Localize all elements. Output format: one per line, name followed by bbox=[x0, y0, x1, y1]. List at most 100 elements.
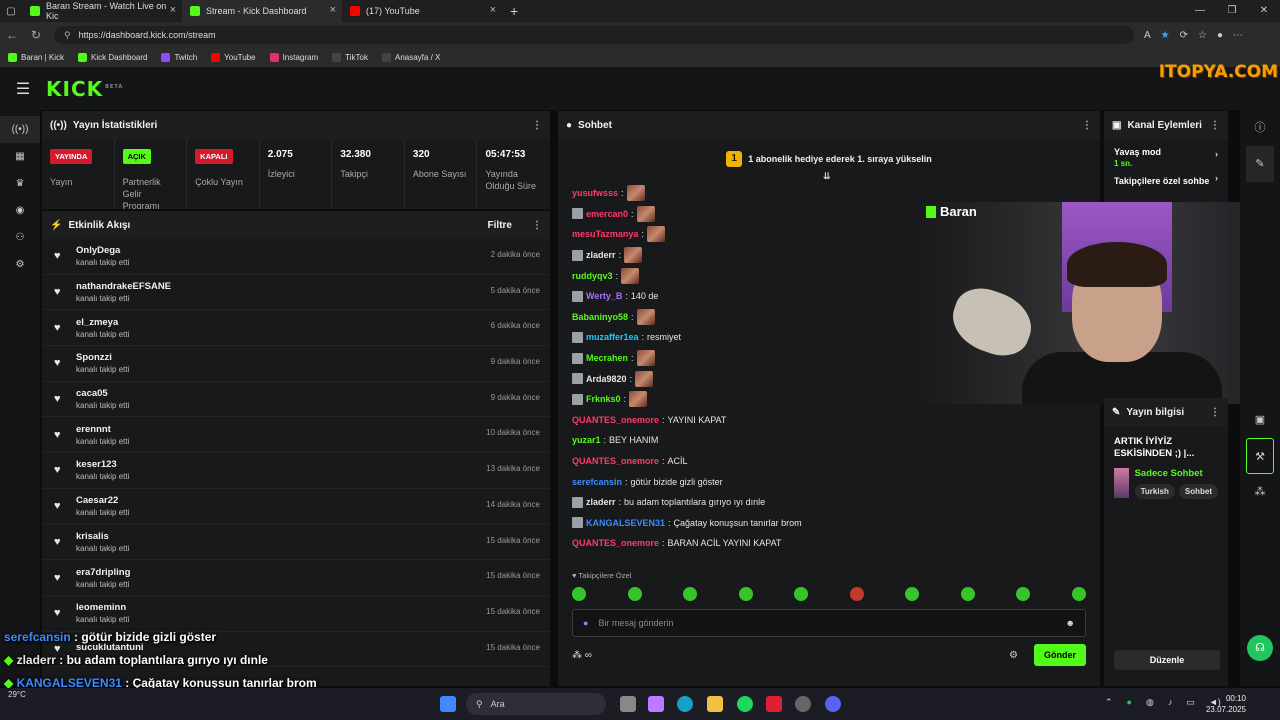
site-info-icon[interactable]: ⚲ bbox=[64, 30, 71, 41]
tag[interactable]: Turkish bbox=[1134, 484, 1175, 499]
pencil-icon[interactable]: ✎ bbox=[1246, 146, 1274, 182]
quick-emote-icon[interactable] bbox=[960, 587, 975, 601]
category-thumbnail[interactable] bbox=[1114, 468, 1129, 498]
tab-actions-icon[interactable]: ▢ bbox=[0, 6, 22, 17]
followers-only-row[interactable]: Takipçilere özel sohbe › bbox=[1104, 176, 1228, 194]
app-icon[interactable] bbox=[766, 696, 782, 712]
task-view-icon[interactable] bbox=[620, 696, 636, 712]
chat-username[interactable]: zladerr bbox=[586, 250, 616, 260]
menu-icon[interactable]: ☰ bbox=[0, 79, 46, 99]
bookmark-0[interactable]: Baran | Kick bbox=[8, 53, 64, 62]
chat-message[interactable]: QUANTES_onemore: YAYINI KAPAT bbox=[558, 410, 1100, 431]
browser-tab-1[interactable]: Stream - Kick Dashboard × bbox=[182, 0, 342, 22]
settings-icon[interactable]: ⚙ bbox=[0, 251, 40, 278]
quick-emote-icon[interactable] bbox=[572, 587, 586, 601]
gift-leaderboard-banner[interactable]: 1 1 abonelik hediye ederek 1. sıraya yük… bbox=[558, 139, 1100, 182]
chevron-up-icon[interactable]: ⌃ bbox=[1105, 697, 1113, 708]
quick-emote-icon[interactable] bbox=[794, 587, 809, 601]
chat-username[interactable]: QUANTES_onemore bbox=[572, 456, 659, 466]
minimize-icon[interactable]: — bbox=[1184, 0, 1216, 22]
close-tab-icon[interactable]: × bbox=[170, 4, 176, 16]
quick-emote-icon[interactable] bbox=[1071, 587, 1086, 601]
share-icon[interactable]: ⁂ bbox=[1240, 474, 1280, 510]
kick-logo[interactable]: KICK BETA bbox=[46, 77, 123, 101]
weather-widget[interactable]: 29°C bbox=[8, 690, 26, 699]
activity-item[interactable]: ♥ caca05 kanalı takip etti 9 dakika önce bbox=[42, 382, 550, 418]
discord-icon[interactable] bbox=[825, 696, 841, 712]
more-options-icon[interactable]: ⋮ bbox=[1210, 120, 1220, 131]
quick-emote-icon[interactable] bbox=[849, 587, 864, 601]
mic-icon[interactable]: ♪ bbox=[1168, 697, 1173, 708]
close-tab-icon[interactable]: × bbox=[490, 4, 496, 16]
activity-item[interactable]: ♥ era7dripling kanalı takip etti 15 daki… bbox=[42, 560, 550, 596]
steam-icon[interactable] bbox=[795, 696, 811, 712]
refresh-icon[interactable]: ↻ bbox=[24, 28, 48, 42]
info-icon[interactable]: ⓘ bbox=[1240, 110, 1280, 146]
quick-emote-icon[interactable] bbox=[738, 587, 753, 601]
browser-tab-2[interactable]: (17) YouTube × bbox=[342, 0, 502, 22]
chat-username[interactable]: muzaffer1ea bbox=[586, 332, 639, 342]
camera-icon[interactable]: ◉ bbox=[0, 197, 40, 224]
activity-item[interactable]: ♥ krisalis kanalı takip etti 15 dakika ö… bbox=[42, 525, 550, 561]
quick-emote-icon[interactable] bbox=[1016, 587, 1031, 601]
activity-item[interactable]: ♥ Sponzzi kanalı takip etti 9 dakika önc… bbox=[42, 346, 550, 382]
chat-username[interactable]: Arda9820 bbox=[586, 374, 627, 384]
slow-mode-row[interactable]: Yavaş mod 1 sn. › bbox=[1104, 139, 1228, 176]
new-tab-button[interactable]: + bbox=[502, 3, 526, 19]
quick-emote-icon[interactable] bbox=[683, 587, 698, 601]
chat-message[interactable]: yuzar1: BEY HANIM bbox=[558, 430, 1100, 451]
chat-username[interactable]: Werty_B bbox=[586, 291, 622, 301]
network-icon[interactable]: ◍ bbox=[1146, 697, 1154, 708]
edge-icon[interactable] bbox=[677, 696, 693, 712]
wrench-icon[interactable]: ⚒ bbox=[1246, 438, 1274, 474]
dashboard-icon[interactable]: ▦ bbox=[0, 143, 40, 170]
activity-item[interactable]: ♥ erennnt kanalı takip etti 10 dakika ön… bbox=[42, 417, 550, 454]
clock[interactable]: 00:10 23.07.2025 bbox=[1206, 693, 1246, 715]
display-icon[interactable]: ▭ bbox=[1186, 697, 1195, 708]
tools-icon[interactable]: ▣ bbox=[1240, 402, 1280, 438]
url-field[interactable]: ⚲ https://dashboard.kick.com/stream bbox=[54, 26, 1134, 44]
chat-message[interactable]: KANGALSEVEN31: Çağatay konuşsun tanırlar … bbox=[558, 513, 1100, 534]
filter-button[interactable]: Filtre bbox=[488, 220, 512, 231]
category-link[interactable]: Sadece Sohbet bbox=[1135, 468, 1218, 479]
bookmark-3[interactable]: YouTube bbox=[211, 53, 256, 62]
close-tab-icon[interactable]: × bbox=[330, 4, 336, 16]
chat-username[interactable]: QUANTES_onemore bbox=[572, 538, 659, 548]
bookmark-4[interactable]: Instagram bbox=[269, 53, 318, 62]
chat-username[interactable]: Babaninyo58 bbox=[572, 312, 628, 322]
activity-item[interactable]: ♥ el_zmeya kanalı takip etti 6 dakika ön… bbox=[42, 310, 550, 347]
back-icon[interactable]: ← bbox=[0, 28, 24, 42]
status-icon[interactable]: ● bbox=[1127, 697, 1132, 708]
favorite-star-icon[interactable]: ★ bbox=[1161, 30, 1170, 41]
close-window-icon[interactable]: ✕ bbox=[1248, 0, 1280, 22]
quick-emote-icon[interactable] bbox=[627, 587, 642, 601]
activity-item[interactable]: ♥ OnlyDega kanalı takip etti 2 dakika ön… bbox=[42, 239, 550, 275]
trophy-icon[interactable]: ♛ bbox=[0, 170, 40, 197]
chat-username[interactable]: serefcansin bbox=[572, 477, 622, 487]
edit-button[interactable]: Düzenle bbox=[1114, 650, 1220, 670]
bookmark-5[interactable]: TikTok bbox=[332, 53, 368, 62]
collapse-icon[interactable]: ⇊ bbox=[823, 171, 831, 182]
chat-message[interactable]: QUANTES_onemore: BARAN ACİL YAYINI KAPAT bbox=[558, 533, 1100, 554]
copilot-icon[interactable] bbox=[648, 696, 664, 712]
activity-item[interactable]: ♥ leomeminn kanalı takip etti 15 dakika … bbox=[42, 596, 550, 632]
activity-item[interactable]: ♥ keser123 kanalı takip etti 13 dakika ö… bbox=[42, 453, 550, 489]
bookmark-1[interactable]: Kick Dashboard bbox=[77, 53, 147, 62]
start-icon[interactable] bbox=[440, 696, 456, 712]
chat-username[interactable]: Mecrahen bbox=[586, 353, 628, 363]
bookmark-6[interactable]: Anasayfa / X bbox=[381, 53, 440, 62]
extensions-icon[interactable]: ⟳ bbox=[1180, 30, 1188, 41]
microphone-icon[interactable]: ● bbox=[583, 618, 588, 628]
chat-username[interactable]: ruddyqv3 bbox=[572, 271, 613, 281]
chat-settings-icon[interactable]: ⚙ bbox=[1009, 650, 1018, 661]
chat-message[interactable]: yusufwsss: bbox=[558, 183, 1100, 204]
chat-username[interactable]: yuzar1 bbox=[572, 435, 601, 445]
activity-item[interactable]: ♥ Caesar22 kanalı takip etti 14 dakika ö… bbox=[42, 489, 550, 525]
users-icon[interactable]: ⚇ bbox=[0, 224, 40, 251]
tag[interactable]: Sohbet bbox=[1178, 484, 1218, 499]
points-icon[interactable]: ⁂ ∞ bbox=[572, 650, 592, 661]
more-options-icon[interactable]: ⋮ bbox=[1082, 120, 1092, 131]
collections-icon[interactable]: ☆ bbox=[1198, 30, 1207, 41]
chat-username[interactable]: QUANTES_onemore bbox=[572, 415, 659, 425]
more-options-icon[interactable]: ⋮ bbox=[1210, 407, 1220, 418]
